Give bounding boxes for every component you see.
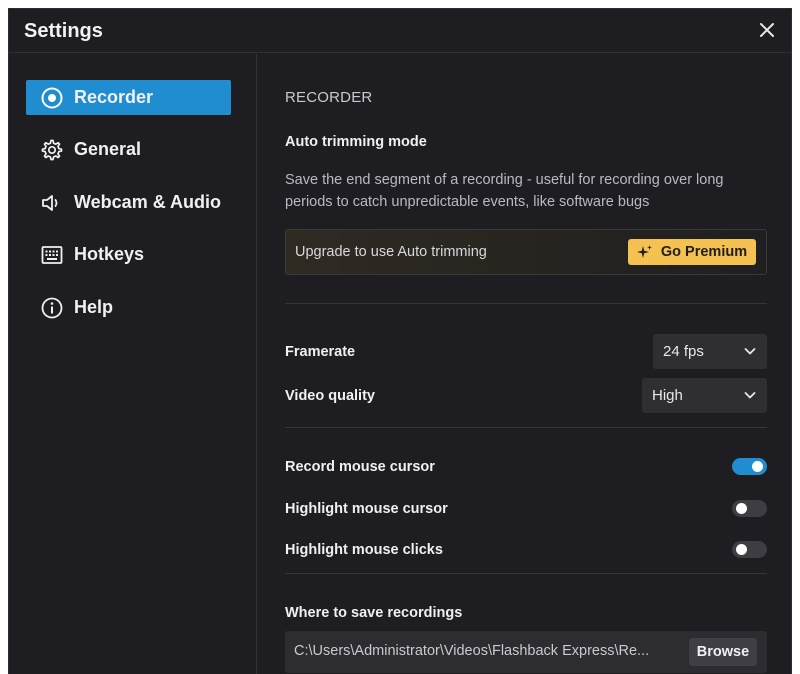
speaker-icon [40,191,64,215]
chevron-down-icon [744,392,756,399]
sidebar-item-general[interactable]: General [26,132,231,167]
keyboard-icon [40,243,64,267]
browse-button[interactable]: Browse [689,638,757,666]
sidebar-item-label: Hotkeys [74,244,145,264]
highlight-cursor-toggle[interactable] [732,500,767,517]
save-path-text[interactable]: C:\Users\Administrator\Videos\Flashback … [294,643,674,659]
record-cursor-label: Record mouse cursor [285,459,435,475]
sidebar: Recorder General Webcam & Audio Hotkeys … [9,54,257,674]
highlight-cursor-label: Highlight mouse cursor [285,501,448,517]
go-premium-button[interactable]: Go Premium [628,239,756,265]
auto-trim-description: Save the end segment of a recording - us… [285,172,724,210]
toggle-knob [736,544,747,555]
upgrade-text: Upgrade to use Auto trimming [295,244,487,260]
recorder-panel: RECORDER Auto trimming mode Save the end… [285,54,767,674]
divider [285,573,767,574]
framerate-select[interactable]: 24 fps [653,334,767,369]
sidebar-item-label: Webcam & Audio [74,192,222,212]
framerate-label: Framerate [285,344,356,360]
video-quality-value: High [652,387,683,404]
sidebar-item-label: General [74,139,142,159]
divider [285,303,767,304]
title-bar: Settings [9,9,791,53]
sparkle-icon [636,245,652,258]
go-premium-label: Go Premium [660,244,748,260]
toggle-knob [736,503,747,514]
sidebar-item-webcam-audio[interactable]: Webcam & Audio [26,185,231,220]
sidebar-item-help[interactable]: Help [26,290,231,325]
gear-icon [40,138,64,162]
highlight-clicks-toggle[interactable] [732,541,767,558]
sidebar-item-label: Help [74,297,114,317]
chevron-down-icon [744,348,756,355]
sidebar-item-label: Recorder [74,87,154,107]
sidebar-item-hotkeys[interactable]: Hotkeys [26,237,231,272]
framerate-value: 24 fps [663,343,704,360]
close-icon [760,23,774,37]
close-button[interactable] [757,20,777,40]
sidebar-item-recorder[interactable]: Recorder [26,80,231,115]
upgrade-banner: Upgrade to use Auto trimming Go Premium [285,229,767,275]
toggle-knob [752,461,763,472]
record-cursor-toggle[interactable] [732,458,767,475]
divider [285,427,767,428]
info-icon [40,296,64,320]
auto-trim-heading: Auto trimming mode [285,134,427,150]
save-path-field: C:\Users\Administrator\Videos\Flashback … [285,631,767,673]
section-title: RECORDER [285,89,373,106]
window-title: Settings [24,20,103,42]
settings-window: Settings Recorder General Webcam & Audio… [8,8,792,674]
record-icon [40,86,64,110]
save-location-label: Where to save recordings [285,605,463,621]
highlight-clicks-label: Highlight mouse clicks [285,542,443,558]
video-quality-select[interactable]: High [642,378,767,413]
video-quality-label: Video quality [285,388,375,404]
